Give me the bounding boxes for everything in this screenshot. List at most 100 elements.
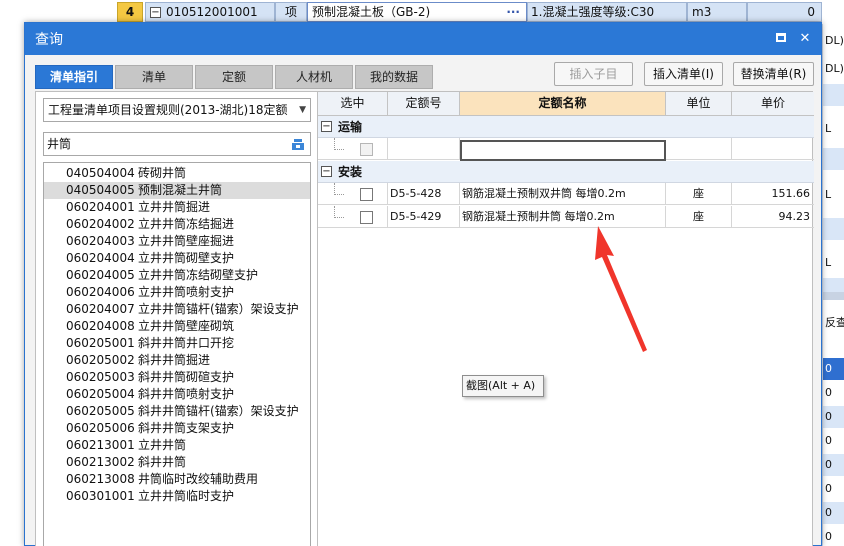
search-input-value: 井筒: [47, 137, 72, 151]
grid-header: 选中 定额号 定额名称 单位 单价: [318, 92, 814, 116]
list-item[interactable]: 040504004 砖砌井筒: [44, 165, 310, 182]
list-item[interactable]: 060205002 斜井井筒掘进: [44, 352, 310, 369]
list-item[interactable]: 040504005 预制混凝土井筒: [44, 182, 310, 199]
tab-bar: 清单指引 清单 定额 人材机 我的数据: [35, 65, 435, 89]
dialog-title: 查询: [35, 32, 63, 48]
dialog-titlebar[interactable]: 查询 ✕: [25, 23, 821, 55]
bg-cell: 0: [823, 358, 844, 380]
tab-labor-material[interactable]: 人材机: [275, 65, 353, 89]
search-input[interactable]: 井筒: [43, 132, 311, 156]
type-cell[interactable]: 项: [275, 2, 307, 22]
tree-line: [334, 206, 344, 218]
group-label: 安装: [338, 165, 363, 179]
query-dialog: 查询 ✕ 清单指引 清单 定额 人材机 我的数据 插入子目 插入清单(I) 替换…: [24, 22, 822, 546]
rule-select[interactable]: 工程量清单项目设置规则(2013-湖北)18定额 ▼: [43, 98, 311, 122]
list-item[interactable]: 060205006 斜井井筒支架支护: [44, 420, 310, 437]
tab-list-guide[interactable]: 清单指引: [35, 65, 113, 89]
guide-panel: 工程量清单项目设置规则(2013-湖北)18定额 ▼ 井筒 040504004 砖…: [35, 91, 318, 546]
list-item[interactable]: 060204005 立井井筒冻结砌壁支护: [44, 267, 310, 284]
group-row-transport[interactable]: − 运输: [318, 116, 814, 138]
list-item[interactable]: 060204008 立井井筒壁座砌筑: [44, 318, 310, 335]
bg-cell: L: [825, 188, 832, 201]
table-row[interactable]: D5-5-429 钢筋混凝土预制井筒 每增0.2m 座 94.23: [318, 206, 814, 228]
bg-cell: 0: [823, 406, 844, 428]
row-number[interactable]: 4: [117, 2, 143, 22]
table-row[interactable]: D5-5-428 钢筋混凝土预制双井筒 每增0.2m 座 151.66: [318, 183, 814, 205]
list-item[interactable]: 060205001 斜井井筒井口开挖: [44, 335, 310, 352]
bg-cell: [823, 84, 844, 106]
screenshot-tooltip: 截图(Alt + A): [462, 375, 544, 397]
bg-cell: [823, 218, 844, 240]
list-item[interactable]: 060204002 立井井筒冻结掘进: [44, 216, 310, 233]
code-value: 010512001001: [166, 5, 258, 19]
header-unit[interactable]: 单位: [666, 92, 732, 115]
bg-cell: DL)*: [825, 34, 844, 47]
group-row-install[interactable]: − 安装: [318, 161, 814, 183]
group-label: 运输: [338, 120, 363, 134]
list-item[interactable]: 060213002 斜井井筒: [44, 454, 310, 471]
insert-child-button[interactable]: 插入子目: [554, 62, 633, 86]
dropdown-arrow-icon[interactable]: ▼: [299, 99, 306, 121]
list-item[interactable]: 060205003 斜井井筒砌碹支护: [44, 369, 310, 386]
code-cell[interactable]: − 010512001001: [145, 2, 275, 22]
quota-price: 94.23: [778, 210, 811, 223]
bg-cell: L: [825, 256, 832, 269]
row-checkbox[interactable]: [360, 211, 373, 224]
bg-cell: 0: [823, 454, 844, 476]
quantity-cell[interactable]: 0: [747, 2, 822, 22]
close-icon[interactable]: ✕: [797, 31, 813, 47]
list-item[interactable]: 060204007 立井井筒锚杆(锚索）架设支护: [44, 301, 310, 318]
replace-list-button[interactable]: 替换清单(R): [733, 62, 814, 86]
list-item[interactable]: 060213008 井筒临时改绞辅助费用: [44, 471, 310, 488]
tab-quota[interactable]: 定额: [195, 65, 273, 89]
tab-list[interactable]: 清单: [115, 65, 193, 89]
list-item[interactable]: 060213001 立井井筒: [44, 437, 310, 454]
screen: 4 − 010512001001 项 预制混凝土板（GB-2) ··· 1.混凝…: [0, 0, 844, 546]
collapse-icon[interactable]: −: [321, 121, 332, 132]
tab-my-data[interactable]: 我的数据: [355, 65, 433, 89]
list-item[interactable]: 060204006 立井井筒喷射支护: [44, 284, 310, 301]
background-spreadsheet: 4 − 010512001001 项 预制混凝土板（GB-2) ··· 1.混凝…: [0, 0, 844, 24]
bg-cell: 0: [825, 530, 832, 543]
result-list: 040504004 砖砌井筒 040504005 预制混凝土井筒 060204001…: [43, 162, 311, 546]
ellipsis-button[interactable]: ···: [506, 3, 520, 21]
filter-icon[interactable]: [291, 137, 305, 151]
background-right-column: DL)* DL)* L L L 反查[ 0 0 0 0 0 0 0 0: [822, 24, 844, 546]
tree-line: [334, 183, 344, 195]
bg-cell: 0: [825, 386, 832, 399]
header-unit-price[interactable]: 单价: [732, 92, 814, 115]
list-item[interactable]: 060205005 斜井井筒锚杆(锚索）架设支护: [44, 403, 310, 420]
name-value: 预制混凝土板（GB-2): [312, 5, 431, 19]
list-item[interactable]: 060205004 斜井井筒喷射支护: [44, 386, 310, 403]
quota-name-editor[interactable]: [460, 140, 666, 161]
row-checkbox[interactable]: [360, 188, 373, 201]
quota-unit: 座: [666, 206, 732, 228]
list-item[interactable]: 060301001 立井井筒临时支护: [44, 488, 310, 505]
header-quota-name[interactable]: 定额名称: [460, 92, 666, 115]
collapse-icon[interactable]: −: [150, 6, 161, 18]
list-item[interactable]: 060204003 立井井筒壁座掘进: [44, 233, 310, 250]
row-checkbox: [360, 143, 373, 156]
quota-code: D5-5-428: [388, 183, 460, 205]
header-selected[interactable]: 选中: [318, 92, 388, 115]
list-item[interactable]: 060204004 立井井筒砌壁支护: [44, 250, 310, 267]
name-cell[interactable]: 预制混凝土板（GB-2) ···: [307, 2, 527, 22]
bg-cell: 0: [823, 502, 844, 524]
bg-cell: 0: [825, 434, 832, 447]
collapse-icon[interactable]: −: [321, 166, 332, 177]
bg-cell: [823, 148, 844, 170]
empty-input-row[interactable]: [318, 138, 814, 161]
feature-cell[interactable]: 1.混凝土强度等级:C30: [527, 2, 687, 22]
header-quota-code[interactable]: 定额号: [388, 92, 460, 115]
list-item[interactable]: 060204001 立井井筒掘进: [44, 199, 310, 216]
maximize-icon[interactable]: [773, 31, 789, 47]
quota-grid: 选中 定额号 定额名称 单位 单价 − 运输 − 安装 D5-5-428 钢筋混…: [317, 91, 814, 546]
quota-name: 钢筋混凝土预制双井筒 每增0.2m: [460, 183, 666, 205]
bg-cell: 反查[: [825, 316, 844, 329]
rule-select-value: 工程量清单项目设置规则(2013-湖北)18定额: [48, 103, 288, 117]
unit-cell[interactable]: m3: [687, 2, 747, 22]
bg-cell: L: [825, 122, 832, 135]
quota-code: D5-5-429: [388, 206, 460, 228]
bg-divider: [823, 292, 844, 300]
insert-list-button[interactable]: 插入清单(I): [644, 62, 723, 86]
